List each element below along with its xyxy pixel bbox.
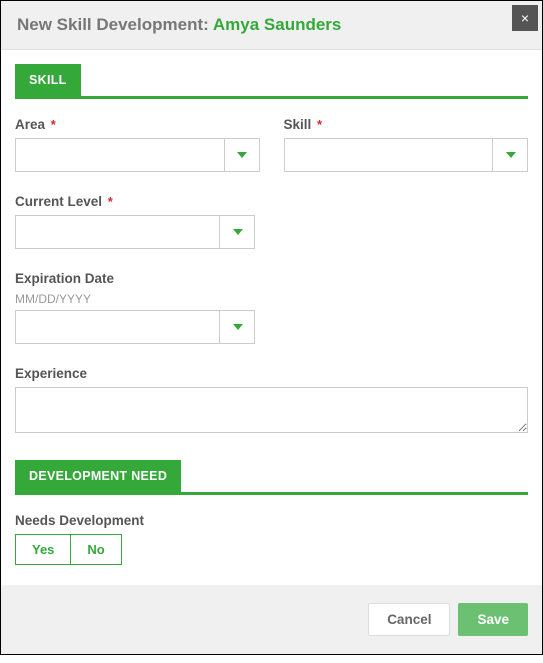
field-current-level: Current Level * [15, 194, 255, 249]
section-divider [15, 96, 528, 99]
save-button[interactable]: Save [458, 603, 528, 636]
skill-select[interactable] [284, 138, 529, 172]
needs-dev-yes-button[interactable]: Yes [16, 535, 70, 564]
section-development-need: DEVELOPMENT NEED Needs Development Yes N… [15, 460, 528, 565]
modal-title-person: Amya Saunders [213, 15, 342, 34]
area-select[interactable] [15, 138, 260, 172]
current-level-label: Current Level * [15, 194, 255, 209]
close-icon: × [521, 10, 529, 26]
modal-header: New Skill Development: Amya Saunders × [1, 1, 542, 50]
section-divider [15, 492, 528, 495]
section-skill: SKILL Area * [15, 64, 528, 438]
needs-development-toggle: Yes No [15, 534, 122, 565]
area-label: Area * [15, 117, 260, 132]
skill-section-tab: SKILL [15, 64, 81, 96]
modal-title: New Skill Development: Amya Saunders [17, 15, 341, 34]
modal-title-prefix: New Skill Development: [17, 15, 213, 34]
experience-label: Experience [15, 366, 528, 381]
field-skill: Skill * [284, 117, 529, 172]
experience-textarea[interactable] [15, 387, 528, 433]
field-experience: Experience [15, 366, 528, 438]
expiration-date-label: Expiration Date [15, 271, 255, 286]
required-marker: * [317, 117, 322, 132]
modal-footer: Cancel Save [1, 585, 542, 654]
needs-dev-no-button[interactable]: No [70, 535, 120, 564]
field-area: Area * [15, 117, 260, 172]
needs-development-label: Needs Development [15, 513, 528, 528]
field-needs-development: Needs Development Yes No [15, 513, 528, 565]
new-skill-development-modal: New Skill Development: Amya Saunders × S… [0, 0, 543, 655]
expiration-date-hint: MM/DD/YYYY [15, 292, 255, 306]
close-button[interactable]: × [512, 5, 538, 31]
required-marker: * [51, 117, 56, 132]
required-marker: * [108, 194, 113, 209]
expiration-date-select[interactable] [15, 310, 255, 344]
modal-body: SKILL Area * [1, 50, 542, 585]
dev-need-section-tab: DEVELOPMENT NEED [15, 460, 181, 492]
current-level-select[interactable] [15, 215, 255, 249]
field-expiration-date: Expiration Date MM/DD/YYYY [15, 271, 255, 344]
cancel-button[interactable]: Cancel [368, 603, 450, 636]
skill-label: Skill * [284, 117, 529, 132]
